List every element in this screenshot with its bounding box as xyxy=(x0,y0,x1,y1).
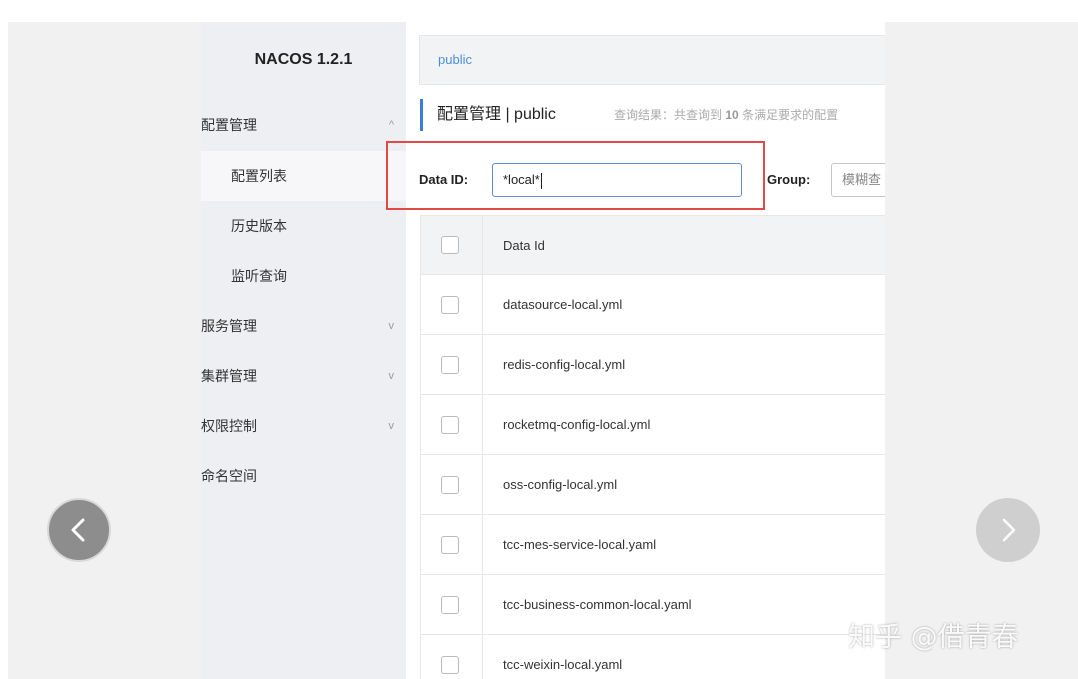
row-checkbox-cell xyxy=(421,575,483,634)
sidebar-item-label: 集群管理 xyxy=(201,368,257,384)
data-id-cell: tcc-mes-service-local.yaml xyxy=(503,537,657,552)
data-id-cell: tcc-weixin-local.yaml xyxy=(503,657,623,672)
data-id-cell: datasource-local.yml xyxy=(503,297,623,312)
namespace-link-public[interactable]: public xyxy=(438,36,472,84)
row-checkbox[interactable] xyxy=(441,595,459,614)
next-image-button[interactable] xyxy=(976,498,1040,562)
table-row: tcc-business-common-local.yaml xyxy=(420,575,885,635)
row-checkbox[interactable] xyxy=(441,475,459,494)
previous-image-button[interactable] xyxy=(47,498,111,562)
table-row: tcc-mes-service-local.yaml xyxy=(420,515,885,575)
data-id-cell: tcc-business-common-local.yaml xyxy=(503,597,692,612)
group-placeholder: 模糊查 xyxy=(842,172,882,187)
sidebar-item-label: 配置管理 xyxy=(201,117,257,133)
main-content: public 配置管理 | public 查询结果：共查询到 10 条满足要求的… xyxy=(406,22,885,679)
data-id-cell: rocketmq-config-local.yml xyxy=(503,417,651,432)
data-id-cell: oss-config-local.yml xyxy=(503,477,618,492)
row-checkbox-cell xyxy=(421,635,483,679)
hint-count: 10 xyxy=(725,108,739,122)
row-checkbox[interactable] xyxy=(441,535,459,554)
sidebar-item-label: 历史版本 xyxy=(231,218,287,234)
sidebar-item-listener-query[interactable]: 监听查询 xyxy=(201,251,406,301)
sidebar-item-service-management[interactable]: 服务管理 v xyxy=(201,301,406,351)
red-highlight-box xyxy=(386,141,765,210)
title-accent-bar xyxy=(420,99,423,131)
table-row: rocketmq-config-local.yml xyxy=(420,395,885,455)
data-id-cell: redis-config-local.yml xyxy=(503,357,626,372)
chevron-down-icon: v xyxy=(388,420,395,432)
row-checkbox-cell xyxy=(421,275,483,334)
sidebar-item-namespace[interactable]: 命名空间 xyxy=(201,451,406,501)
table-row: oss-config-local.yml xyxy=(420,455,885,515)
brand-title: NACOS 1.2.1 xyxy=(254,51,353,68)
column-header-data-id: Data Id xyxy=(503,237,545,253)
sidebar-item-label: 服务管理 xyxy=(201,318,257,334)
namespace-bar: public xyxy=(419,35,885,85)
row-checkbox-cell xyxy=(421,395,483,454)
row-checkbox[interactable] xyxy=(441,295,459,314)
sidebar-item-config-list[interactable]: 配置列表 xyxy=(201,151,406,201)
sidebar-item-history[interactable]: 历史版本 xyxy=(201,201,406,251)
sidebar: NACOS 1.2.1 配置管理 ^ 配置列表 历史版本 监听查询 服务管理 v… xyxy=(201,22,406,679)
sidebar-item-cluster-management[interactable]: 集群管理 v xyxy=(201,351,406,401)
watermark: 知乎 @借青春 xyxy=(848,622,1019,653)
hint-suffix: 条满足要求的配置 xyxy=(742,108,839,122)
query-result-hint: 查询结果：共查询到 10 条满足要求的配置 xyxy=(614,99,838,131)
row-checkbox-cell xyxy=(421,515,483,574)
chevron-down-icon: v xyxy=(388,370,395,382)
table-row: tcc-weixin-local.yaml xyxy=(420,635,885,679)
hint-prefix: 查询结果：共查询到 xyxy=(614,108,723,122)
row-checkbox-cell xyxy=(421,335,483,394)
table-row: redis-config-local.yml xyxy=(420,335,885,395)
chevron-down-icon: v xyxy=(388,320,395,332)
sidebar-item-permission-control[interactable]: 权限控制 v xyxy=(201,401,406,451)
sidebar-item-config-management[interactable]: 配置管理 ^ xyxy=(201,100,406,150)
table-row: datasource-local.yml xyxy=(420,275,885,335)
chevron-right-icon xyxy=(1002,518,1016,542)
row-checkbox[interactable] xyxy=(441,655,459,674)
group-label: Group: xyxy=(767,172,811,187)
sidebar-item-label: 监听查询 xyxy=(231,268,287,284)
row-checkbox[interactable] xyxy=(441,415,459,434)
row-checkbox-cell xyxy=(421,455,483,514)
sidebar-item-label: 配置列表 xyxy=(231,168,287,184)
nacos-console: NACOS 1.2.1 配置管理 ^ 配置列表 历史版本 监听查询 服务管理 v… xyxy=(201,22,885,679)
page-header: 配置管理 | public 查询结果：共查询到 10 条满足要求的配置 xyxy=(420,99,885,131)
group-input[interactable]: 模糊查 xyxy=(831,163,885,197)
select-all-checkbox[interactable] xyxy=(441,236,459,254)
sidebar-item-label: 权限控制 xyxy=(201,418,257,434)
chevron-left-icon xyxy=(71,518,85,542)
row-checkbox[interactable] xyxy=(441,355,459,374)
sidebar-item-label: 命名空间 xyxy=(201,468,257,484)
page-title: 配置管理 | public xyxy=(437,106,556,123)
config-table: Data Id datasource-local.yml redis-confi… xyxy=(420,215,885,679)
table-header: Data Id xyxy=(420,215,885,275)
select-all-cell xyxy=(421,216,483,274)
